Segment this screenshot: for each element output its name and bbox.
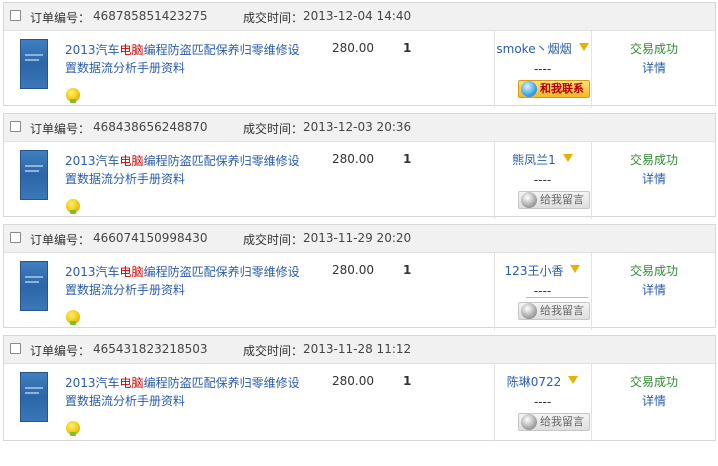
product-thumbnail-icon[interactable] [20,150,48,200]
quantity: 1 [403,41,412,55]
detail-link[interactable]: 详情 [591,59,717,78]
buyer-name-link[interactable]: smoke丶烟烟 [494,40,591,57]
order-status: 交易成功 详情 [591,262,717,300]
order-card: 订单编号： 465431823218503 成交时间： 2013-11-28 1… [3,335,716,441]
buyer-name-link[interactable]: 熊凤兰1 [494,151,591,168]
detail-link[interactable]: 详情 [591,392,717,411]
deal-time: 2013-11-28 11:12 [303,342,412,356]
funnel-icon[interactable] [570,265,581,273]
order-number: 468785851423275 [93,9,208,23]
order-number-label: 订单编号： [30,344,91,358]
hover-underline [526,297,588,298]
order-body: 2013汽车电脑编程防盗匹配保养归零维修设置数据流分析手册资料 280.00 1… [4,142,715,219]
buyer-name-link[interactable]: 123王小香 [494,262,591,279]
order-checkbox[interactable] [10,343,21,354]
detail-link[interactable]: 详情 [591,281,717,300]
order-body: 2013汽车电脑编程防盗匹配保养归零维修设置数据流分析手册资料 280.00 1… [4,253,715,330]
order-header: 订单编号： 468438656248870 成交时间： 2013-12-03 2… [4,114,715,142]
product-title-link[interactable]: 2013汽车电脑编程防盗匹配保养归零维修设置数据流分析手册资料 [65,41,310,77]
buyer-extra: ---- [533,62,552,76]
deal-time: 2013-11-29 20:20 [303,231,412,245]
order-card: 订单编号： 468785851423275 成交时间： 2013-12-04 1… [3,2,716,108]
order-number: 466074150998430 [93,231,208,245]
order-card: 订单编号： 466074150998430 成交时间： 2013-11-29 2… [3,224,716,330]
product-title-link[interactable]: 2013汽车电脑编程防盗匹配保养归零维修设置数据流分析手册资料 [65,374,310,410]
order-card: 订单编号： 468438656248870 成交时间： 2013-12-03 2… [3,113,716,219]
product-title-link[interactable]: 2013汽车电脑编程防盗匹配保养归零维修设置数据流分析手册资料 [65,263,310,299]
buyer-extra: ---- [533,284,552,298]
chat-bubble-icon [521,192,537,208]
order-number: 465431823218503 [93,342,208,356]
order-header: 订单编号： 466074150998430 成交时间： 2013-11-29 2… [4,225,715,253]
quantity: 1 [403,263,412,277]
contact-me-button[interactable]: 和我联系 [518,80,590,98]
order-status: 交易成功 详情 [591,151,717,189]
quantity: 1 [403,152,412,166]
deal-time-label: 成交时间： [243,11,304,25]
leave-message-button[interactable]: 给我留言 [518,191,590,209]
chat-bubble-icon [521,414,537,430]
lightbulb-icon[interactable] [66,199,80,214]
product-thumbnail-icon[interactable] [20,39,48,89]
funnel-icon[interactable] [578,43,589,51]
deal-time-label: 成交时间： [243,233,304,247]
order-number-label: 订单编号： [30,11,91,25]
order-body: 2013汽车电脑编程防盗匹配保养归零维修设置数据流分析手册资料 280.00 1… [4,364,715,441]
buyer-extra: ---- [533,395,552,409]
product-title-link[interactable]: 2013汽车电脑编程防盗匹配保养归零维修设置数据流分析手册资料 [65,152,310,188]
deal-time: 2013-12-04 14:40 [303,9,412,23]
funnel-icon[interactable] [568,376,579,384]
lightbulb-icon[interactable] [66,310,80,325]
deal-time-label: 成交时间： [243,122,304,136]
deal-time-label: 成交时间： [243,344,304,358]
order-body: 2013汽车电脑编程防盗匹配保养归零维修设置数据流分析手册资料 280.00 1… [4,31,715,108]
chat-bubble-icon [521,303,537,319]
price: 280.00 [332,374,374,388]
buyer-name-link[interactable]: 陈琳0722 [494,373,591,390]
order-number: 468438656248870 [93,120,208,134]
order-checkbox[interactable] [10,10,21,21]
buyer-extra: ---- [533,173,552,187]
chat-bubble-icon [521,81,537,97]
funnel-icon[interactable] [562,154,573,162]
order-status: 交易成功 详情 [591,40,717,78]
product-thumbnail-icon[interactable] [20,372,48,422]
deal-time: 2013-12-03 20:36 [303,120,412,134]
order-checkbox[interactable] [10,232,21,243]
order-number-label: 订单编号： [30,233,91,247]
order-checkbox[interactable] [10,121,21,132]
detail-link[interactable]: 详情 [591,170,717,189]
order-header: 订单编号： 468785851423275 成交时间： 2013-12-04 1… [4,3,715,31]
price: 280.00 [332,41,374,55]
leave-message-button[interactable]: 给我留言 [518,413,590,431]
order-header: 订单编号： 465431823218503 成交时间： 2013-11-28 1… [4,336,715,364]
lightbulb-icon[interactable] [66,88,80,103]
product-thumbnail-icon[interactable] [20,261,48,311]
price: 280.00 [332,152,374,166]
order-status: 交易成功 详情 [591,373,717,411]
lightbulb-icon[interactable] [66,421,80,436]
leave-message-button[interactable]: 给我留言 [518,302,590,320]
price: 280.00 [332,263,374,277]
quantity: 1 [403,374,412,388]
order-number-label: 订单编号： [30,122,91,136]
